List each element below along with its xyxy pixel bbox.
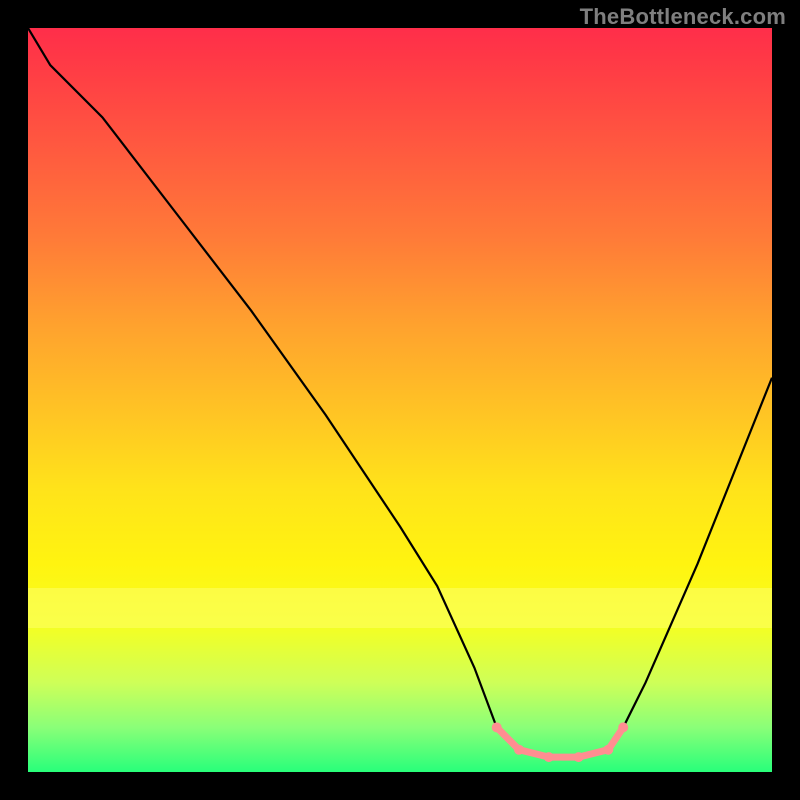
curve-svg: [28, 28, 772, 772]
plot-area: [28, 28, 772, 772]
main-curve: [28, 28, 772, 757]
highlight-marker: [603, 745, 613, 755]
highlight-marker: [544, 752, 554, 762]
chart-frame: TheBottleneck.com: [0, 0, 800, 800]
highlight-marker: [574, 752, 584, 762]
highlight-marker: [618, 722, 628, 732]
highlight-marker: [514, 745, 524, 755]
highlight-marker: [492, 722, 502, 732]
watermark-text: TheBottleneck.com: [580, 4, 786, 30]
